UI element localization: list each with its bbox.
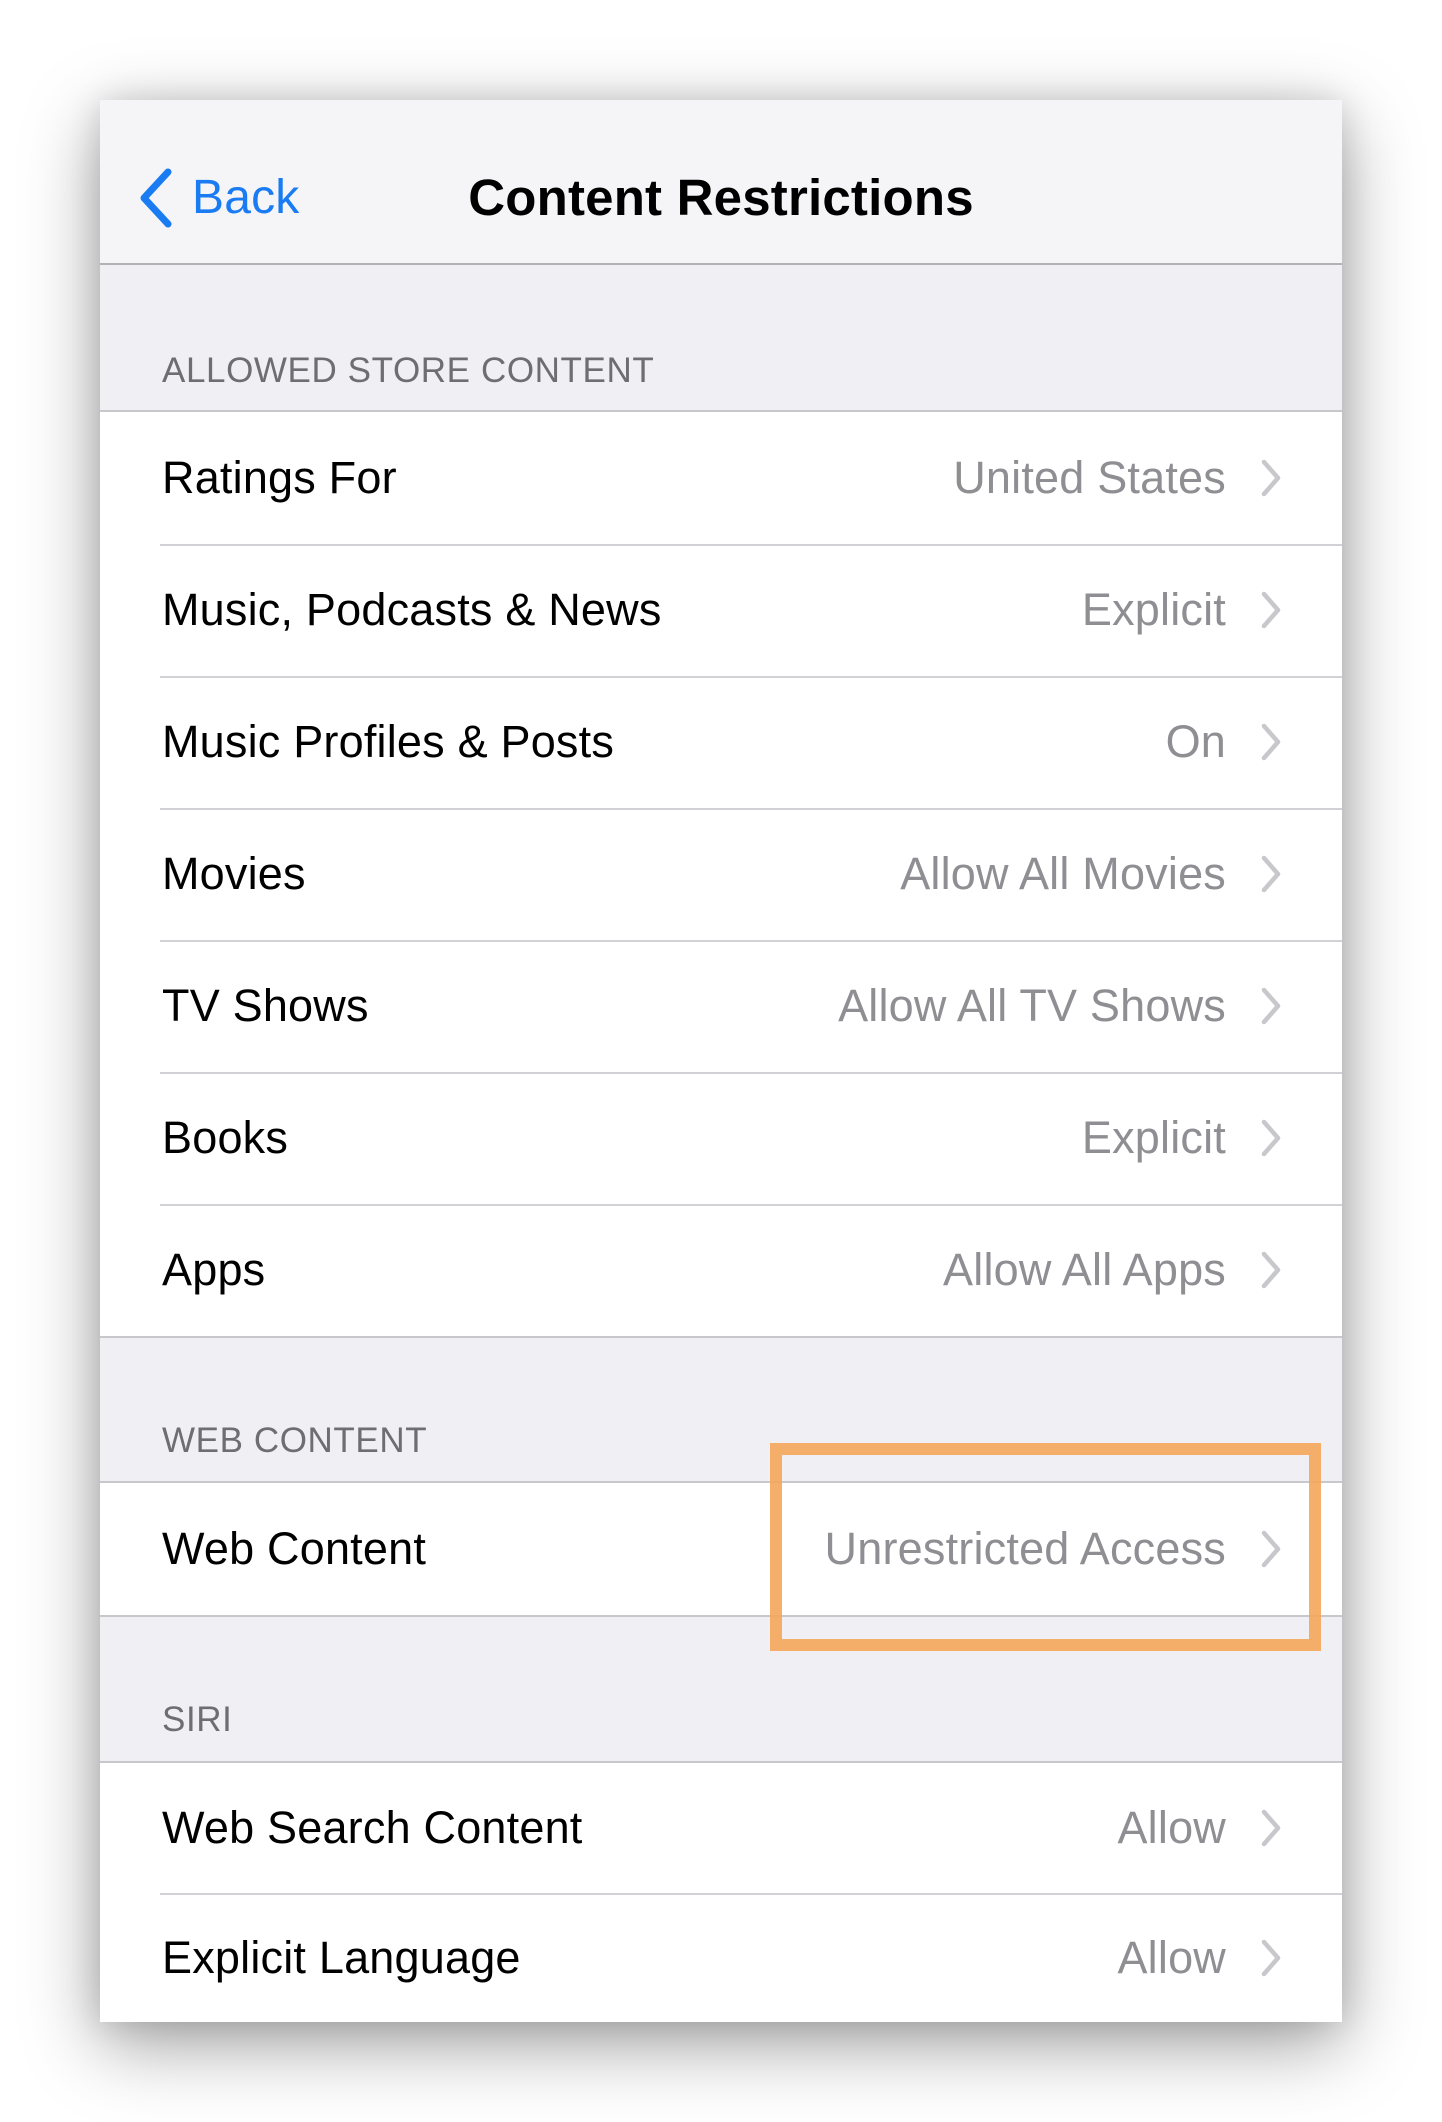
chevron-right-icon: [1260, 1119, 1282, 1157]
chevron-right-icon: [1260, 1809, 1282, 1847]
row-ratings-for[interactable]: Ratings For United States: [100, 412, 1342, 544]
row-label: Ratings For: [162, 452, 397, 503]
row-label: Web Search Content: [162, 1802, 583, 1853]
section-header-allowed-store-content: ALLOWED STORE CONTENT: [162, 351, 655, 390]
row-label: Apps: [162, 1244, 266, 1295]
row-label: Music, Podcasts & News: [162, 584, 662, 635]
page-title: Content Restrictions: [468, 169, 974, 226]
group-web-content: Web Content Unrestricted Access: [100, 1481, 1342, 1617]
chevron-right-icon: [1260, 723, 1282, 761]
section-header-siri: SIRI: [162, 1700, 233, 1739]
row-value: Unrestricted Access: [824, 1523, 1226, 1574]
row-web-content[interactable]: Web Content Unrestricted Access: [100, 1483, 1342, 1615]
chevron-right-icon: [1260, 1530, 1282, 1568]
chevron-right-icon: [1260, 1939, 1282, 1977]
group-siri: Web Search Content Allow Explicit Langua…: [100, 1761, 1342, 2022]
row-label: Web Content: [162, 1523, 427, 1574]
chevron-right-icon: [1260, 591, 1282, 629]
chevron-right-icon: [1260, 987, 1282, 1025]
row-explicit-language[interactable]: Explicit Language Allow: [100, 1893, 1342, 2022]
row-label: Music Profiles & Posts: [162, 716, 615, 767]
row-label: Books: [162, 1112, 289, 1163]
row-value: On: [1165, 716, 1226, 767]
row-value: Explicit: [1081, 584, 1226, 635]
row-apps[interactable]: Apps Allow All Apps: [100, 1204, 1342, 1336]
row-value: Allow All Movies: [900, 848, 1226, 899]
row-value: Allow: [1117, 1932, 1226, 1983]
row-books[interactable]: Books Explicit: [100, 1072, 1342, 1204]
settings-screen: Back Content Restrictions ALLOWED STORE …: [100, 100, 1342, 2022]
chevron-right-icon: [1260, 855, 1282, 893]
row-value: Allow All TV Shows: [838, 980, 1226, 1031]
row-value: Explicit: [1081, 1112, 1226, 1163]
row-label: Explicit Language: [162, 1932, 521, 1983]
row-value: Allow: [1117, 1802, 1226, 1853]
row-tv-shows[interactable]: TV Shows Allow All TV Shows: [100, 940, 1342, 1072]
row-label: Movies: [162, 848, 306, 899]
chevron-right-icon: [1260, 1251, 1282, 1289]
row-movies[interactable]: Movies Allow All Movies: [100, 808, 1342, 940]
row-value: Allow All Apps: [943, 1244, 1226, 1295]
row-value: United States: [953, 452, 1226, 503]
row-label: TV Shows: [162, 980, 369, 1031]
chevron-right-icon: [1260, 459, 1282, 497]
group-allowed-store-content: Ratings For United States Music, Podcast…: [100, 410, 1342, 1338]
section-header-web-content: WEB CONTENT: [162, 1421, 428, 1460]
row-music-profiles-posts[interactable]: Music Profiles & Posts On: [100, 676, 1342, 808]
row-web-search-content[interactable]: Web Search Content Allow: [100, 1763, 1342, 1893]
navigation-bar: Back Content Restrictions: [100, 100, 1342, 265]
row-music-podcasts-news[interactable]: Music, Podcasts & News Explicit: [100, 544, 1342, 676]
